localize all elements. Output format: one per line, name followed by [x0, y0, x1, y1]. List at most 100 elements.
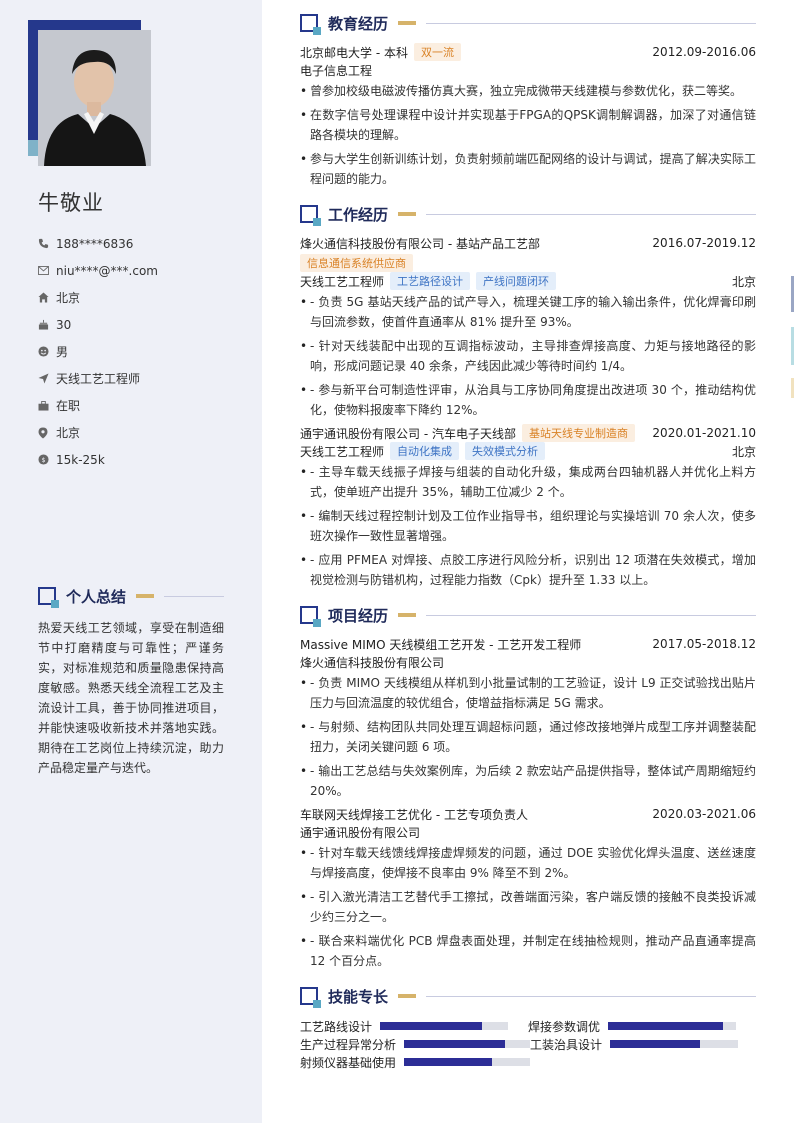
skill-fill	[610, 1040, 700, 1048]
section-square-icon	[38, 587, 59, 608]
list-item: - 联合来料端优化 PCB 焊盘表面处理，并制定在线抽检规则，推动产品直通率提高…	[300, 931, 756, 971]
contact-hometown: 北京	[38, 284, 248, 311]
work-company-tag: 信息通信系统供应商	[300, 254, 413, 272]
list-item: - 编制天线过程控制计划及工位作业指导书，组织理论与实操培训 70 余人次，使多…	[300, 506, 756, 546]
work-title: 工作经历	[328, 205, 389, 224]
list-item: - 针对天线装配中出现的互调指标波动，主导排查焊接高度、力矩与接地路径的影响，形…	[300, 336, 756, 376]
project-bullets: - 针对车载天线馈线焊接虚焊频发的问题，通过 DOE 实验优化焊头温度、送丝速度…	[300, 843, 756, 971]
education-row: 北京邮电大学 - 本科 双一流 2012.09-2016.06	[300, 43, 756, 61]
skill-item: 焊接参数调优	[528, 1018, 756, 1035]
project-entry: 车联网天线焊接工艺优化 - 工艺专项负责人 2020.03-2021.06 通宇…	[300, 805, 756, 971]
work-city: 北京	[731, 444, 756, 459]
list-item: - 参与新平台可制造性评审，从治具与工序协同角度提出改进项 30 个，推动结构优…	[300, 380, 756, 420]
skills-title: 技能专长	[328, 987, 389, 1006]
skill-fill	[404, 1040, 505, 1048]
work-role-row: 天线工艺工程师 工艺路径设计 产线问题闭环 北京	[300, 272, 756, 290]
work-company-tag: 基站天线专业制造商	[521, 424, 635, 442]
education-major-row: 电子信息工程	[300, 61, 756, 79]
main-content: 教育经历 北京邮电大学 - 本科 双一流 2012.09-2016.06 电子信…	[300, 12, 756, 1085]
contact-status: 在职	[38, 392, 248, 419]
contact-salary-value: 15k-25k	[56, 452, 105, 467]
work-role-tag: 失效模式分析	[465, 442, 546, 460]
skill-fill	[380, 1022, 483, 1030]
contact-age: 30	[38, 311, 248, 338]
summary-section: 个人总结 热爱天线工艺领域，享受在制造细节中打磨精度与可靠性；严谨务实，对标准规…	[38, 586, 224, 778]
work-role: 天线工艺工程师	[300, 274, 385, 289]
skill-fill	[608, 1022, 724, 1030]
skill-bar	[404, 1040, 530, 1048]
education-header: 教育经历	[300, 12, 756, 35]
work-entry: 烽火通信科技股份有限公司 - 基站产品工艺部 2016.07-2019.12 信…	[300, 234, 756, 420]
skill-fill	[404, 1058, 493, 1066]
section-gold-dash	[398, 21, 417, 25]
work-entry: 通宇通讯股份有限公司 - 汽车电子天线部 基站天线专业制造商 2020.01-2…	[300, 424, 756, 590]
contact-email-value: niu****@***.com	[56, 263, 158, 278]
education-major: 电子信息工程	[300, 63, 373, 78]
work-role-tag: 产线问题闭环	[476, 272, 557, 290]
skill-label: 焊接参数调优	[528, 1019, 601, 1034]
section-gold-dash	[398, 212, 417, 216]
education-period: 2012.09-2016.06	[652, 45, 756, 59]
section-divider	[426, 213, 756, 215]
work-period: 2020.01-2021.10	[652, 426, 756, 440]
gender-icon	[38, 346, 56, 357]
project-org: 烽火通信科技股份有限公司	[300, 655, 445, 670]
section-square-icon	[300, 606, 321, 627]
section-divider	[426, 614, 756, 616]
candidate-name: 牛敬业	[38, 191, 104, 215]
sidebar: 牛敬业 188****6836 niu****@***.com 北京 30 男 …	[0, 0, 262, 1123]
education-title: 教育经历	[328, 14, 389, 33]
list-item: - 应用 PFMEA 对焊接、点胶工序进行风险分析，识别出 12 项潜在失效模式…	[300, 550, 756, 590]
contact-city: 北京	[38, 419, 248, 446]
work-role-tag: 自动化集成	[390, 442, 460, 460]
list-item: - 输出工艺总结与失效案例库，为后续 2 款宏站产品提供指导，整体试产周期缩短约…	[300, 761, 756, 801]
work-company-tag-row: 信息通信系统供应商	[300, 254, 756, 272]
list-item: - 主导车载天线振子焊接与组装的自动化升级，集成两台四轴机器人并优化上料方式，使…	[300, 462, 756, 502]
skill-label: 射频仪器基础使用	[300, 1055, 397, 1070]
section-gold-dash	[398, 994, 417, 998]
skill-item: 生产过程异常分析	[300, 1036, 530, 1053]
projects-title: 项目经历	[328, 606, 389, 625]
project-entry: Massive MIMO 天线模组工艺开发 - 工艺开发工程师 2017.05-…	[300, 635, 756, 801]
skill-label: 生产过程异常分析	[300, 1037, 397, 1052]
skill-item: 射频仪器基础使用	[300, 1054, 530, 1071]
contact-age-value: 30	[56, 317, 72, 332]
education-tag: 双一流	[413, 43, 461, 61]
project-bullets: - 负责 MIMO 天线模组从样机到小批量试制的工艺验证，设计 L9 正交试验找…	[300, 673, 756, 801]
work-city: 北京	[731, 274, 756, 289]
list-item: - 与射频、结构团队共同处理互调超标问题，通过修改接地弹片成型工序并调整装配扭力…	[300, 717, 756, 757]
contact-status-value: 在职	[56, 399, 81, 413]
project-name-row: Massive MIMO 天线模组工艺开发 - 工艺开发工程师 2017.05-…	[300, 635, 756, 653]
skill-item: 工艺路线设计	[300, 1018, 528, 1035]
skill-item: 工装治具设计	[530, 1036, 756, 1053]
work-company: 烽火通信科技股份有限公司 - 基站产品工艺部	[300, 236, 540, 251]
contact-position-value: 天线工艺工程师	[56, 372, 141, 386]
list-item: - 负责 5G 基站天线产品的试产导入，梳理关键工序的输入输出条件，优化焊膏印刷…	[300, 292, 756, 332]
contact-gender: 男	[38, 338, 248, 365]
work-role: 天线工艺工程师	[300, 444, 385, 459]
summary-header: 个人总结	[38, 586, 224, 608]
skills-list: 工艺路线设计 焊接参数调优 生产过程异常分析 工装治具设计 射频仪器基础使用	[300, 1017, 756, 1071]
project-org: 通宇通讯股份有限公司	[300, 825, 421, 840]
education-school: 北京邮电大学 - 本科	[300, 45, 408, 60]
projects-header: 项目经历	[300, 604, 756, 627]
skill-label: 工装治具设计	[530, 1037, 603, 1052]
contact-city-value: 北京	[56, 426, 81, 440]
project-period: 2020.03-2021.06	[652, 807, 756, 821]
work-period: 2016.07-2019.12	[652, 236, 756, 250]
section-square-icon	[300, 205, 321, 226]
skill-bar	[608, 1022, 737, 1030]
svg-text:$: $	[41, 456, 45, 464]
skill-row: 工艺路线设计 焊接参数调优	[300, 1017, 756, 1035]
skill-row: 生产过程异常分析 工装治具设计	[300, 1035, 756, 1053]
contact-phone-value: 188****6836	[56, 236, 134, 251]
send-icon	[38, 373, 56, 384]
work-bullets: - 主导车载天线振子焊接与组装的自动化升级，集成两台四轴机器人并优化上料方式，使…	[300, 462, 756, 590]
project-org-row: 烽火通信科技股份有限公司	[300, 653, 756, 671]
skills-header: 技能专长	[300, 985, 756, 1008]
section-gold-dash	[398, 613, 417, 617]
section-divider	[426, 22, 756, 24]
work-section: 工作经历 烽火通信科技股份有限公司 - 基站产品工艺部 2016.07-2019…	[300, 203, 756, 590]
education-section: 教育经历 北京邮电大学 - 本科 双一流 2012.09-2016.06 电子信…	[300, 12, 756, 189]
skill-row: 射频仪器基础使用	[300, 1053, 756, 1071]
